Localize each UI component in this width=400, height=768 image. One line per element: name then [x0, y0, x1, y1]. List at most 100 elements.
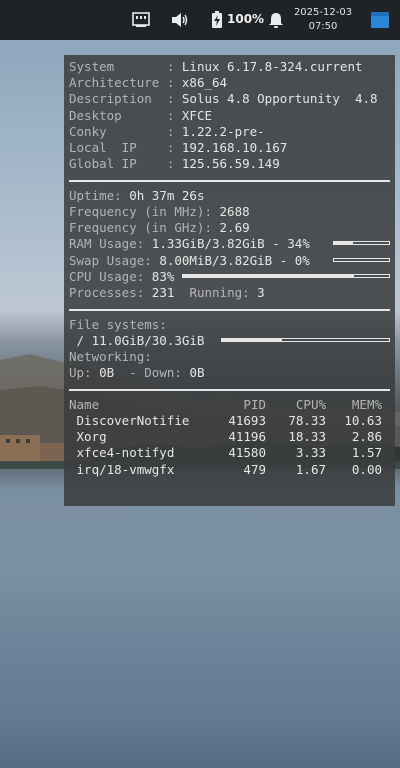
- process-row: DiscoverNotifie 41693 78.33 10.63: [69, 413, 390, 429]
- freq-ghz-row: Frequency (in GHz): 2.69: [69, 220, 390, 236]
- cpu-row: CPU Usage: 83%: [69, 269, 390, 285]
- process-pid: 479: [243, 461, 266, 477]
- process-table-header: Name PID CPU% MEM%: [69, 397, 390, 413]
- system-info-colon: :: [159, 156, 182, 172]
- system-info-row: Global IP : 125.56.59.149: [69, 156, 390, 172]
- header-mem: MEM%: [351, 396, 382, 412]
- system-info-colon: :: [159, 91, 182, 107]
- up-label: Up:: [69, 365, 100, 381]
- battery-icon[interactable]: [207, 10, 227, 30]
- fs-label: File systems:: [69, 316, 167, 332]
- down-label: - Down:: [114, 365, 190, 381]
- process-mem: 1.57: [351, 445, 382, 461]
- system-info-key: Global IP: [69, 156, 160, 172]
- header-cpu: CPU%: [295, 396, 326, 412]
- system-info-colon: :: [159, 123, 182, 139]
- net-label: Networking:: [69, 349, 152, 364]
- system-info-row: Desktop : XFCE: [69, 108, 390, 124]
- system-info-value: 192.168.10.167: [181, 139, 288, 155]
- fs-value: / 11.0GiB/30.3GiB: [69, 332, 205, 348]
- swap-label: Swap Usage:: [69, 252, 160, 268]
- net-row: Up: 0B - Down: 0B: [69, 365, 390, 381]
- running-value: 3: [257, 284, 265, 300]
- process-mem: 2.86: [351, 429, 382, 445]
- swap-bar: [333, 257, 390, 262]
- system-info-colon: :: [159, 107, 182, 123]
- system-info-key: Description: [69, 91, 160, 107]
- battery-percentage: 100%: [227, 12, 265, 26]
- process-pid: 41580: [228, 445, 266, 461]
- processes-label: Processes:: [69, 284, 152, 300]
- system-info-colon: :: [159, 139, 182, 155]
- system-info-value: Linux 6.17.8-324.current: [181, 59, 363, 74]
- ram-row: RAM Usage: 1.33GiB/3.82GiB - 34%: [69, 236, 390, 252]
- system-info-row: Description : Solus 4.8 Opportunity 4.8: [69, 91, 390, 107]
- system-info-key: System: [69, 59, 160, 74]
- up-value: 0B: [99, 365, 115, 381]
- process-name: Xorg: [69, 429, 107, 445]
- system-info-key: Desktop: [69, 107, 160, 123]
- running-label: Running:: [189, 284, 258, 300]
- freq-mhz-row: Frequency (in MHz): 2688: [69, 204, 390, 220]
- freq-ghz-label: Frequency (in GHz):: [69, 220, 220, 236]
- ram-label: RAM Usage:: [69, 236, 152, 252]
- notification-bell-icon[interactable]: [266, 10, 286, 30]
- swap-value: 8.00MiB/3.82GiB - 0%: [159, 252, 310, 268]
- system-info-value: 125.56.59.149: [181, 156, 280, 172]
- system-info-key: Conky: [69, 123, 160, 139]
- header-pid: PID: [243, 396, 266, 412]
- system-info-value: 1.22.2-pre-: [181, 123, 265, 139]
- process-cpu: 1.67: [295, 461, 326, 477]
- show-desktop-icon[interactable]: [370, 11, 390, 29]
- process-row: Xorg 41196 18.33 2.86: [69, 429, 390, 445]
- process-pid: 41693: [228, 413, 266, 429]
- separator: [69, 309, 390, 311]
- system-info-value: x86_64: [181, 75, 228, 91]
- system-info-key: Local IP: [69, 139, 160, 155]
- clock-date: 2025-12-03: [293, 7, 353, 18]
- process-mem: 0.00: [351, 461, 382, 477]
- system-info-value: Solus 4.8 Opportunity 4.8: [181, 91, 378, 107]
- process-row: irq/18-vmwgfx 479 1.67 0.00: [69, 462, 390, 478]
- clock[interactable]: 2025-12-03 07:50: [292, 6, 354, 34]
- header-name: Name: [69, 396, 100, 412]
- ram-bar: [333, 241, 390, 246]
- uptime-value: 0h 37m 26s: [129, 187, 205, 203]
- system-info-row: Conky : 1.22.2-pre-: [69, 124, 390, 140]
- cpu-value: 83%: [151, 268, 175, 284]
- top-panel: 100% 2025-12-03 07:50: [0, 0, 400, 40]
- uptime-row: Uptime: 0h 37m 26s: [69, 188, 390, 204]
- system-info-key: Architecture: [69, 75, 160, 91]
- system-info-row: System : Linux 6.17.8-324.current: [69, 59, 390, 75]
- process-name: irq/18-vmwgfx: [69, 461, 175, 477]
- clock-time: 07:50: [308, 21, 338, 32]
- ram-value: 1.33GiB/3.82GiB - 34%: [151, 236, 310, 252]
- system-info-colon: :: [159, 59, 182, 74]
- separator: [69, 180, 390, 182]
- volume-icon[interactable]: [170, 10, 190, 30]
- process-name: xfce4-notifyd: [69, 445, 175, 461]
- process-name: DiscoverNotifie: [69, 413, 190, 429]
- fs-bar-fill: [222, 338, 283, 341]
- processes-value: 231: [151, 284, 175, 300]
- fs-bar: [221, 337, 390, 342]
- process-cpu: 3.33: [295, 445, 326, 461]
- freq-mhz-label: Frequency (in MHz):: [69, 204, 220, 219]
- system-info-value: XFCE: [181, 107, 212, 123]
- swap-row: Swap Usage: 8.00MiB/3.82GiB - 0%: [69, 253, 390, 269]
- process-pid: 41196: [228, 429, 266, 445]
- process-cpu: 78.33: [288, 413, 326, 429]
- cpu-bar: [182, 273, 390, 278]
- network-icon[interactable]: [131, 10, 151, 30]
- cpu-bar-fill: [183, 274, 354, 277]
- system-info-row: Local IP : 192.168.10.167: [69, 140, 390, 156]
- fs-row: / 11.0GiB/30.3GiB: [69, 333, 390, 349]
- conky-widget: System : Linux 6.17.8-324.current Archite…: [64, 55, 395, 506]
- process-row: xfce4-notifyd 41580 3.33 1.57: [69, 445, 390, 461]
- processes-row: Processes: 231 Running: 3: [69, 285, 390, 301]
- cpu-label: CPU Usage:: [69, 268, 152, 284]
- uptime-label: Uptime:: [69, 187, 130, 203]
- ram-bar-fill: [334, 242, 353, 245]
- system-info-colon: :: [159, 75, 182, 91]
- freq-mhz-value: 2688: [219, 204, 250, 219]
